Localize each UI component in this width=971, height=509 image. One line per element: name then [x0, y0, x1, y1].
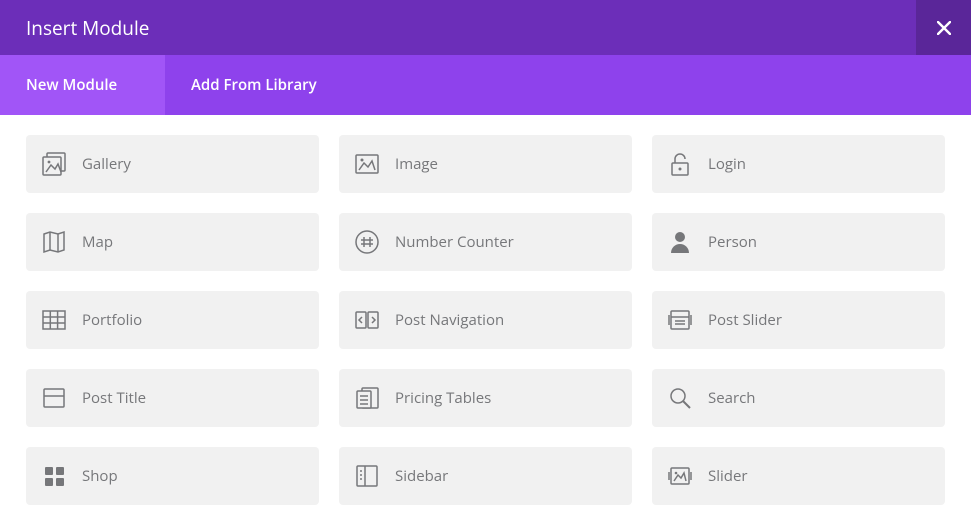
- module-list: Gallery Image: [0, 115, 971, 509]
- module-label: Person: [708, 232, 757, 252]
- module-label: Login: [708, 154, 746, 174]
- module-label: Slider: [708, 466, 748, 486]
- module-label: Post Title: [82, 388, 146, 408]
- module-label: Shop: [82, 466, 118, 486]
- module-post-title[interactable]: Post Title: [26, 369, 319, 427]
- pricing-tables-icon: [353, 384, 381, 412]
- module-gallery[interactable]: Gallery: [26, 135, 319, 193]
- modal-header: Insert Module: [0, 0, 971, 55]
- image-icon: [353, 150, 381, 178]
- module-login[interactable]: Login: [652, 135, 945, 193]
- module-shop[interactable]: Shop: [26, 447, 319, 505]
- module-label: Post Slider: [708, 310, 782, 330]
- tab-add-from-library[interactable]: Add From Library: [165, 55, 343, 115]
- close-button[interactable]: [916, 0, 971, 55]
- module-label: Sidebar: [395, 466, 448, 486]
- module-label: Search: [708, 388, 756, 408]
- person-icon: [666, 228, 694, 256]
- post-title-icon: [40, 384, 68, 412]
- tab-bar: New Module Add From Library: [0, 55, 971, 115]
- module-map[interactable]: Map: [26, 213, 319, 271]
- module-post-slider[interactable]: Post Slider: [652, 291, 945, 349]
- module-label: Portfolio: [82, 310, 142, 330]
- shop-icon: [40, 462, 68, 490]
- tab-label: Add From Library: [191, 75, 317, 95]
- portfolio-icon: [40, 306, 68, 334]
- modal-title: Insert Module: [26, 15, 149, 41]
- module-label: Map: [82, 232, 113, 252]
- module-grid: Gallery Image: [26, 135, 945, 505]
- module-sidebar[interactable]: Sidebar: [339, 447, 632, 505]
- map-icon: [40, 228, 68, 256]
- tab-label: New Module: [26, 75, 117, 95]
- post-navigation-icon: [353, 306, 381, 334]
- module-number-counter[interactable]: Number Counter: [339, 213, 632, 271]
- module-pricing-tables[interactable]: Pricing Tables: [339, 369, 632, 427]
- module-slider[interactable]: Slider: [652, 447, 945, 505]
- post-slider-icon: [666, 306, 694, 334]
- module-search[interactable]: Search: [652, 369, 945, 427]
- slider-icon: [666, 462, 694, 490]
- module-label: Pricing Tables: [395, 388, 491, 408]
- module-image[interactable]: Image: [339, 135, 632, 193]
- number-counter-icon: [353, 228, 381, 256]
- module-post-navigation[interactable]: Post Navigation: [339, 291, 632, 349]
- search-icon: [666, 384, 694, 412]
- sidebar-icon: [353, 462, 381, 490]
- module-label: Number Counter: [395, 232, 514, 252]
- module-label: Image: [395, 154, 438, 174]
- close-icon: [937, 21, 951, 35]
- module-label: Post Navigation: [395, 310, 504, 330]
- module-person[interactable]: Person: [652, 213, 945, 271]
- gallery-icon: [40, 150, 68, 178]
- login-icon: [666, 150, 694, 178]
- tab-new-module[interactable]: New Module: [0, 55, 165, 115]
- module-portfolio[interactable]: Portfolio: [26, 291, 319, 349]
- insert-module-modal: Insert Module New Module Add From Librar…: [0, 0, 971, 509]
- module-label: Gallery: [82, 154, 131, 174]
